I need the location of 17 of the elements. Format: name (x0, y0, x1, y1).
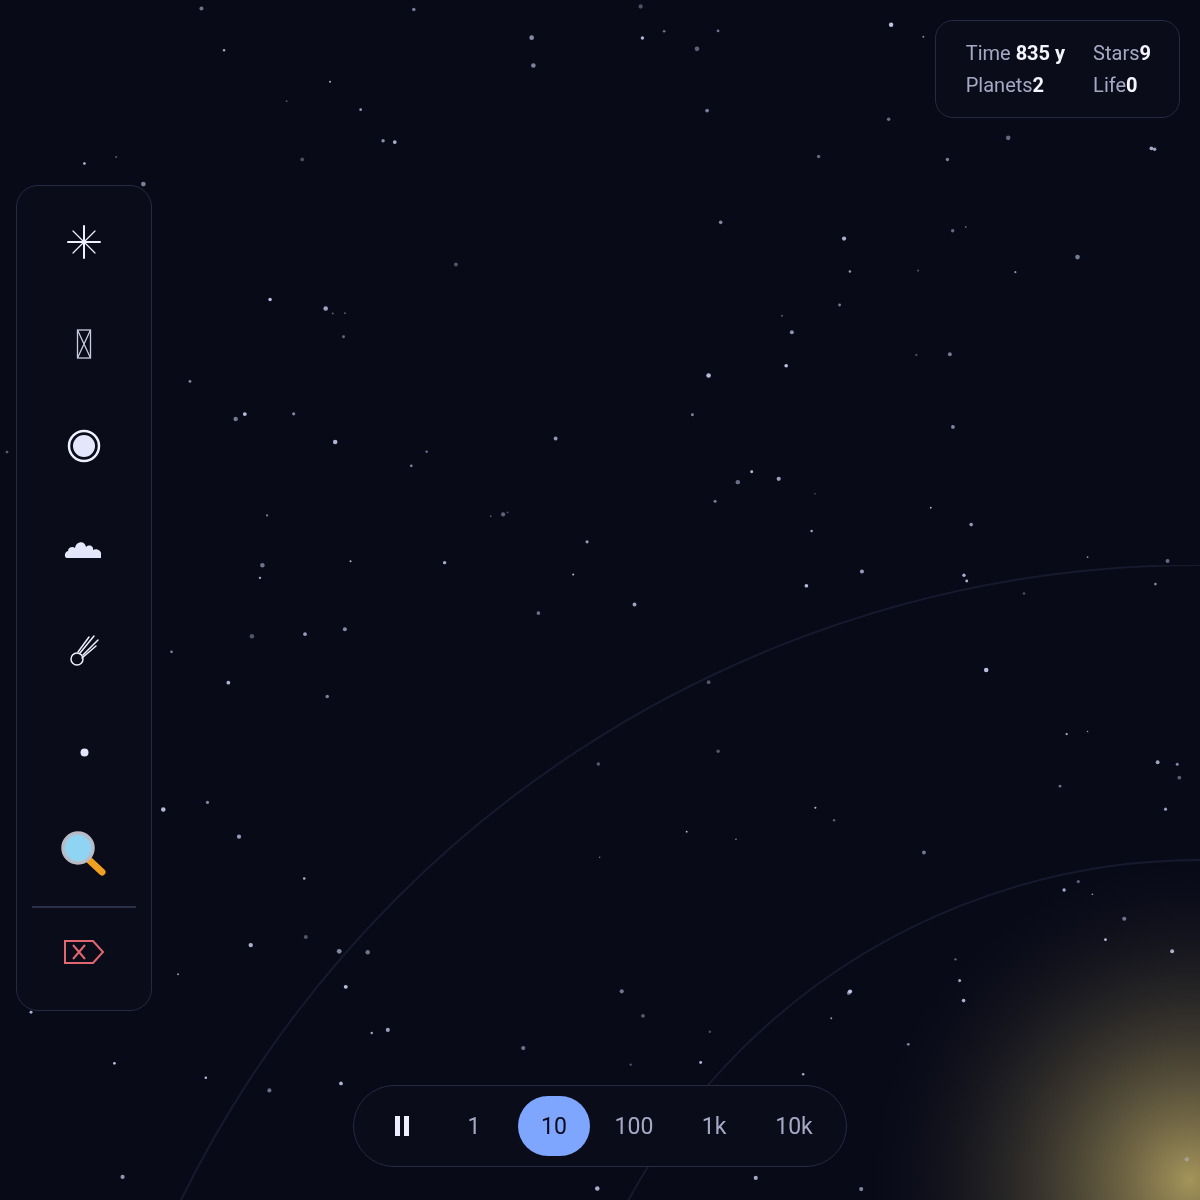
ring-circle-icon (67, 429, 101, 463)
stat-text: Planets2 (965, 73, 1046, 97)
pause-icon (394, 1115, 410, 1137)
dot-icon (79, 747, 89, 757)
box-cross-icon (76, 329, 92, 359)
stat-text: Stars9 (1093, 41, 1151, 65)
sparkle-icon (67, 225, 101, 259)
comet-icon (68, 632, 100, 668)
speed-button[interactable]: 10 (518, 1096, 590, 1156)
clear-icon (63, 937, 105, 966)
speed-button[interactable]: 1 (438, 1096, 510, 1156)
stat-text: Life0 (1093, 73, 1139, 97)
magnifier-icon (60, 830, 108, 878)
speed-button[interactable]: 10k (758, 1096, 830, 1156)
speed-button[interactable]: 1k (678, 1096, 750, 1156)
speed-button[interactable]: 100 (598, 1096, 670, 1156)
stat-text: Time 835 y (965, 41, 1066, 65)
